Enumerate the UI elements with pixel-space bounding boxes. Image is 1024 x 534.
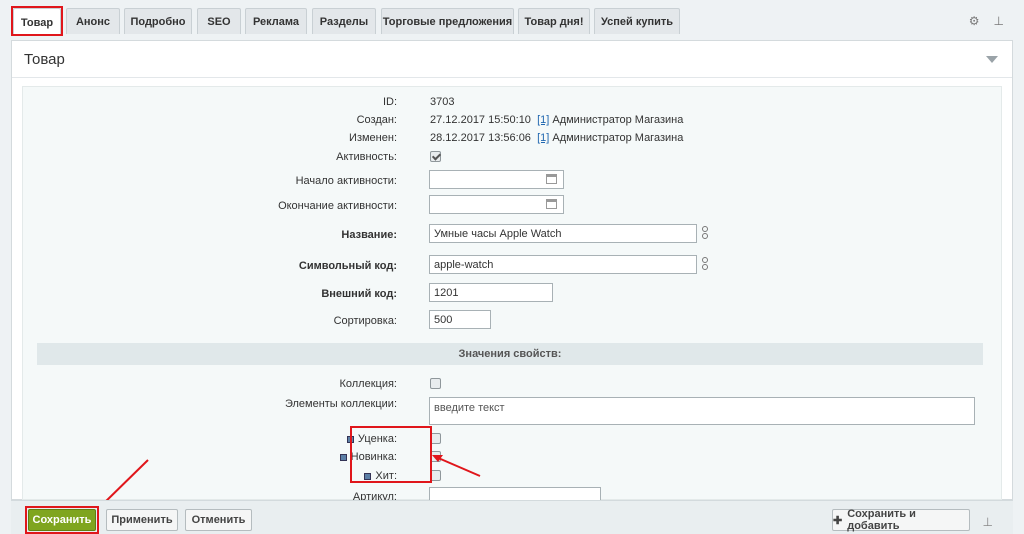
id-label: ID:: [382, 96, 397, 108]
translit-icon[interactable]: [701, 226, 709, 240]
tab-bar: Товар Анонс Подробно SEO Реклама Разделы…: [0, 0, 1024, 36]
tab-tools: ⚙ ⊥: [969, 14, 1004, 28]
tab-offers[interactable]: Торговые предложения: [381, 8, 514, 34]
article-input[interactable]: [429, 487, 601, 501]
divider: [12, 77, 1012, 78]
calendar-icon[interactable]: [546, 199, 557, 209]
link-icon[interactable]: [701, 257, 709, 271]
active-to-input[interactable]: [429, 195, 564, 214]
apply-button[interactable]: Применить: [106, 509, 178, 531]
property-icon: [339, 453, 347, 461]
collection-items-label: Элементы коллекции:: [284, 398, 397, 410]
tab-seo[interactable]: SEO: [197, 8, 241, 34]
highlight-frame: [25, 506, 99, 534]
created-info: 27.12.2017 15:50:10 [1] Администратор Ма…: [430, 114, 683, 126]
modified-label: Изменен:: [349, 132, 397, 144]
gear-icon[interactable]: ⚙: [969, 14, 980, 28]
save-and-add-label: Сохранить и добавить: [847, 508, 916, 532]
footer-bar: Сохранить Применить Отменить ✚ Сохранить…: [11, 500, 1013, 534]
collapse-icon[interactable]: [986, 56, 998, 63]
form-body: ID: 3703 Создан: 27.12.2017 15:50:10 [1]…: [22, 86, 1002, 503]
plus-icon: ✚: [833, 514, 843, 527]
highlight-frame: [11, 6, 63, 36]
panel-title: Товар: [24, 51, 65, 68]
tab-details[interactable]: Подробно: [124, 8, 192, 34]
name-input[interactable]: Умные часы Apple Watch: [429, 224, 697, 243]
modified-date: 28.12.2017 13:56:06: [430, 132, 531, 144]
tab-product-of-day[interactable]: Товар дня!: [518, 8, 590, 34]
created-label: Создан:: [356, 114, 397, 126]
tab-announce[interactable]: Анонс: [66, 8, 120, 34]
properties-section-header: Значения свойств:: [37, 343, 983, 365]
created-date: 27.12.2017 15:50:10: [430, 114, 531, 126]
active-from-input[interactable]: [429, 170, 564, 189]
product-panel: Товар ID: 3703 Создан: 27.12.2017 15:50:…: [11, 40, 1013, 503]
modified-user-link[interactable]: [1]: [537, 132, 549, 144]
highlight-frame: [350, 426, 432, 483]
modified-user-name: Администратор Магазина: [552, 132, 684, 144]
tab-ads[interactable]: Реклама: [245, 8, 307, 34]
active-from-label: Начало активности:: [295, 175, 397, 187]
collection-label: Коллекция:: [339, 378, 397, 390]
created-user-name: Администратор Магазина: [552, 114, 684, 126]
cancel-button[interactable]: Отменить: [185, 509, 252, 531]
collection-items-textarea[interactable]: введите текст: [429, 397, 975, 425]
tab-hurry-buy[interactable]: Успей купить: [594, 8, 680, 34]
sort-label: Сортировка:: [333, 315, 397, 327]
save-and-add-button[interactable]: ✚ Сохранить и добавить: [832, 508, 970, 532]
code-label: Символьный код:: [298, 260, 397, 272]
name-label: Название:: [341, 229, 397, 241]
pin-icon[interactable]: ⊥: [994, 14, 1004, 28]
active-label: Активность:: [336, 151, 397, 163]
modified-info: 28.12.2017 13:56:06 [1] Администратор Ма…: [430, 132, 683, 144]
xml-id-input[interactable]: 1201: [429, 283, 553, 302]
active-to-label: Окончание активности:: [278, 200, 397, 212]
xml-id-label: Внешний код:: [321, 288, 397, 300]
created-user-link[interactable]: [1]: [537, 114, 549, 126]
active-checkbox[interactable]: [430, 151, 441, 162]
tab-sections[interactable]: Разделы: [312, 8, 376, 34]
code-input[interactable]: apple-watch: [429, 255, 697, 274]
pin-icon[interactable]: ⊥: [983, 515, 993, 529]
id-value: 3703: [430, 96, 455, 108]
collection-checkbox[interactable]: [430, 378, 441, 389]
sort-input[interactable]: 500: [429, 310, 491, 329]
calendar-icon[interactable]: [546, 174, 557, 184]
